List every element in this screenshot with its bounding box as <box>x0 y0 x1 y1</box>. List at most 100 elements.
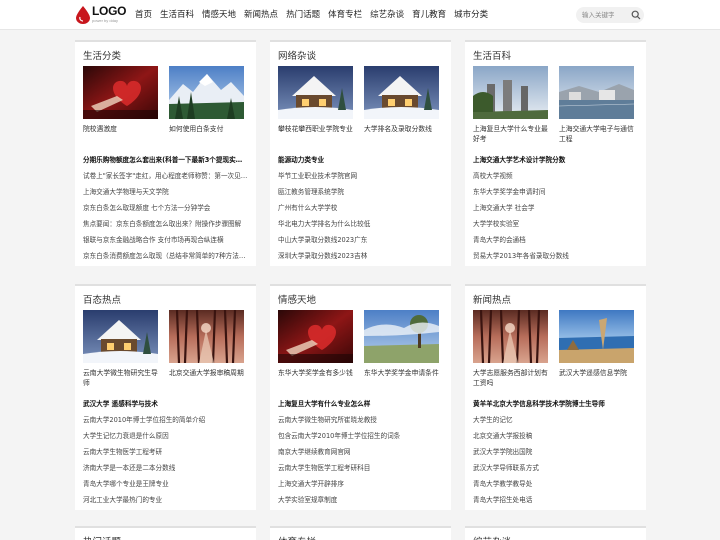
article-link[interactable]: 瓯江教务管理系统学院 <box>278 184 448 200</box>
thumbnail-caption[interactable]: 大学志愿服务西部计划有工资吗 <box>473 368 551 388</box>
article-link[interactable]: 试卷上"家长签字"走红，用心程度老师称赞：第一次见… <box>83 168 253 184</box>
article-list: 武汉大学 遥感科学与技术 云南大学2010年博士学位招生的简单介绍 大学生记忆力衰退… <box>83 396 253 508</box>
headline-link[interactable]: 上海交通大学艺术设计学院分数 <box>473 152 643 168</box>
article-link[interactable]: 北京交通大学报投稿 <box>473 428 643 444</box>
thumbnail-caption[interactable]: 院校遇激度 <box>83 124 161 134</box>
thumbnail-image[interactable] <box>169 66 244 119</box>
article-link[interactable]: 大学生记忆力衰退是什么原因 <box>83 428 253 444</box>
section-card: 百态热点云南大学微生物研究生导师 北京交通大学报审稿周期武汉大学 遥感科学与技术云… <box>75 284 256 510</box>
article-link[interactable]: 焦点要闻：京东白条额度怎么取出来？附操作步骤图解 <box>83 216 253 232</box>
article-link[interactable]: 武汉大学导师联系方式 <box>473 460 643 476</box>
article-link[interactable]: 京东白条消费额度怎么取现（总结非常简单的7种方法… <box>83 248 253 264</box>
section-title[interactable]: 综艺杂谈 <box>473 534 511 540</box>
article-link[interactable]: 上海交通大学开辟排序 <box>278 476 448 492</box>
thumbnail-caption[interactable]: 东华大学奖学金申请条件 <box>364 368 442 378</box>
search-input[interactable] <box>582 7 630 23</box>
nav-item-8[interactable]: 城市分类 <box>454 0 488 30</box>
article-link[interactable]: 南京大学继续教育网官网 <box>278 444 448 460</box>
article-list: 上海复旦大学有什么专业怎么样 云南大学微生物研究所崔晓龙教授 包含云南大学2010年… <box>278 396 448 508</box>
thumbnail-image[interactable] <box>278 66 353 119</box>
section-title[interactable]: 体育专栏 <box>278 534 316 540</box>
article-link[interactable]: 毕节工业职业技术学院官网 <box>278 168 448 184</box>
nav-item-2[interactable]: 情感天地 <box>202 0 236 30</box>
article-list: 上海交通大学艺术设计学院分数 高校大学视频 东华大学奖学金申请时间 上海交通大学 社会… <box>473 152 643 264</box>
headline-link[interactable]: 能源动力类专业 <box>278 152 448 168</box>
article-link[interactable]: 广州有什么大学学校 <box>278 200 448 216</box>
article-link[interactable]: 云南大学生物医学工程考研 <box>83 444 253 460</box>
article-link[interactable]: 大学实验室规章制度 <box>278 492 448 508</box>
section-title[interactable]: 热门话题 <box>83 534 121 540</box>
article-link[interactable]: 河北工业大学最热门的专业 <box>83 492 253 508</box>
article-link[interactable]: 上海交通大学物理与天文学院 <box>83 184 253 200</box>
section-title[interactable]: 新闻热点 <box>473 292 511 306</box>
headline-link[interactable]: 分期乐购物额度怎么套出来(科普一下最新3个提现实… <box>83 152 253 168</box>
article-link[interactable]: 青岛大学招生处电话 <box>473 492 643 508</box>
article-link[interactable]: 青岛大学哪个专业是王牌专业 <box>83 476 253 492</box>
nav-item-3[interactable]: 新闻热点 <box>244 0 278 30</box>
thumbnail-image[interactable] <box>473 310 548 363</box>
article-link[interactable]: 青岛大学的会通档 <box>473 232 643 248</box>
thumbnail-image[interactable] <box>169 310 244 363</box>
thumbnail-image[interactable] <box>559 66 634 119</box>
nav-item-1[interactable]: 生活百科 <box>160 0 194 30</box>
search-box <box>576 7 644 23</box>
site-logo[interactable]: LOGO power by dday <box>76 4 128 26</box>
article-link[interactable]: 深圳大学录取分数线2023吉林 <box>278 248 448 264</box>
thumbnail-caption[interactable]: 东华大学奖学金有多少钱 <box>278 368 356 378</box>
headline-link[interactable]: 黄羊羊北京大学信息科学技术学院博士生导师 <box>473 396 643 412</box>
thumbnail-image[interactable] <box>364 310 439 363</box>
article-link[interactable]: 武汉大学学院出国院 <box>473 444 643 460</box>
logo-tagline: power by dday <box>92 18 119 23</box>
main-nav: 首页 生活百科 情感天地 新闻热点 热门话题 体育专栏 综艺杂谈 育儿教育 城市分类 <box>135 0 496 30</box>
article-link[interactable]: 中山大学录取分数线2023广东 <box>278 232 448 248</box>
nav-item-7[interactable]: 育儿教育 <box>412 0 446 30</box>
article-link[interactable]: 华北电力大学排名为什么比较低 <box>278 216 448 232</box>
thumbnail-caption[interactable]: 如何使用白条支付 <box>169 124 247 134</box>
article-link[interactable]: 济南大学是一本还是二本分数线 <box>83 460 253 476</box>
article-link[interactable]: 云南大学微生物研究所崔晓龙教授 <box>278 412 448 428</box>
thumbnail-caption[interactable]: 武汉大学遥感信息学院 <box>559 368 637 378</box>
section-card: 生活百科上海复旦大学什么专业最好考 上海交通大学电子与通信工程上海交通大学艺术设计… <box>465 40 646 266</box>
article-link[interactable]: 京东白条怎么取现额度 七个方法一分钟学会 <box>83 200 253 216</box>
article-link[interactable]: 大学学校实验室 <box>473 216 643 232</box>
article-list: 能源动力类专业 毕节工业职业技术学院官网 瓯江教务管理系统学院 广州有什么大学学校 华北… <box>278 152 448 264</box>
thumbnail-caption[interactable]: 上海复旦大学什么专业最好考 <box>473 124 551 144</box>
thumbnail-image[interactable] <box>83 66 158 119</box>
thumbnail-image[interactable] <box>83 310 158 363</box>
article-link[interactable]: 高校大学视频 <box>473 168 643 184</box>
thumbnail-caption[interactable]: 云南大学微生物研究生导师 <box>83 368 161 388</box>
section-title[interactable]: 生活分类 <box>83 48 121 62</box>
article-link[interactable]: 贸易大学2013年各省录取分数线 <box>473 248 643 264</box>
thumbnail-caption[interactable]: 上海交通大学电子与通信工程 <box>559 124 637 144</box>
article-link[interactable]: 大学生的记忆 <box>473 412 643 428</box>
article-link[interactable]: 云南大学生物医学工程考研科目 <box>278 460 448 476</box>
section-title[interactable]: 生活百科 <box>473 48 511 62</box>
headline-link[interactable]: 武汉大学 遥感科学与技术 <box>83 396 253 412</box>
thumbnail-image[interactable] <box>364 66 439 119</box>
nav-item-4[interactable]: 热门话题 <box>286 0 320 30</box>
headline-link[interactable]: 上海复旦大学有什么专业怎么样 <box>278 396 448 412</box>
top-header: LOGO power by dday 首页 生活百科 情感天地 新闻热点 热门话题 体育专… <box>0 0 720 30</box>
article-link[interactable]: 上海交通大学 社会学 <box>473 200 643 216</box>
section-title[interactable]: 百态热点 <box>83 292 121 306</box>
article-link[interactable]: 云南大学2010年博士学位招生的简单介绍 <box>83 412 253 428</box>
nav-item-0[interactable]: 首页 <box>135 0 152 30</box>
section-title[interactable]: 网络杂谈 <box>278 48 316 62</box>
thumbnail-image[interactable] <box>559 310 634 363</box>
article-link[interactable]: 东华大学奖学金申请时间 <box>473 184 643 200</box>
nav-item-6[interactable]: 综艺杂谈 <box>370 0 404 30</box>
nav-item-5[interactable]: 体育专栏 <box>328 0 362 30</box>
search-icon[interactable] <box>631 10 641 20</box>
section-title[interactable]: 情感天地 <box>278 292 316 306</box>
article-link[interactable]: 青岛大学教学教导处 <box>473 476 643 492</box>
thumbnail-caption[interactable]: 北京交通大学报审稿周期 <box>169 368 247 378</box>
article-link[interactable]: 银联与京东金融战略合作 支付市场再现合纵连横 <box>83 232 253 248</box>
thumbnail-caption[interactable]: 攀枝花攀西职业学院专业 <box>278 124 356 134</box>
thumbnail-image[interactable] <box>473 66 548 119</box>
drop-icon <box>76 6 90 24</box>
article-list: 黄羊羊北京大学信息科学技术学院博士生导师 大学生的记忆 北京交通大学报投稿 武汉大学学… <box>473 396 643 508</box>
thumbnail-caption[interactable]: 大学排名及录取分数线 <box>364 124 442 134</box>
article-list: 分期乐购物额度怎么套出来(科普一下最新3个提现实… 试卷上"家长签字"走红，用心程… <box>83 152 253 264</box>
article-link[interactable]: 包含云南大学2010年博士学位招生的词条 <box>278 428 448 444</box>
thumbnail-image[interactable] <box>278 310 353 363</box>
